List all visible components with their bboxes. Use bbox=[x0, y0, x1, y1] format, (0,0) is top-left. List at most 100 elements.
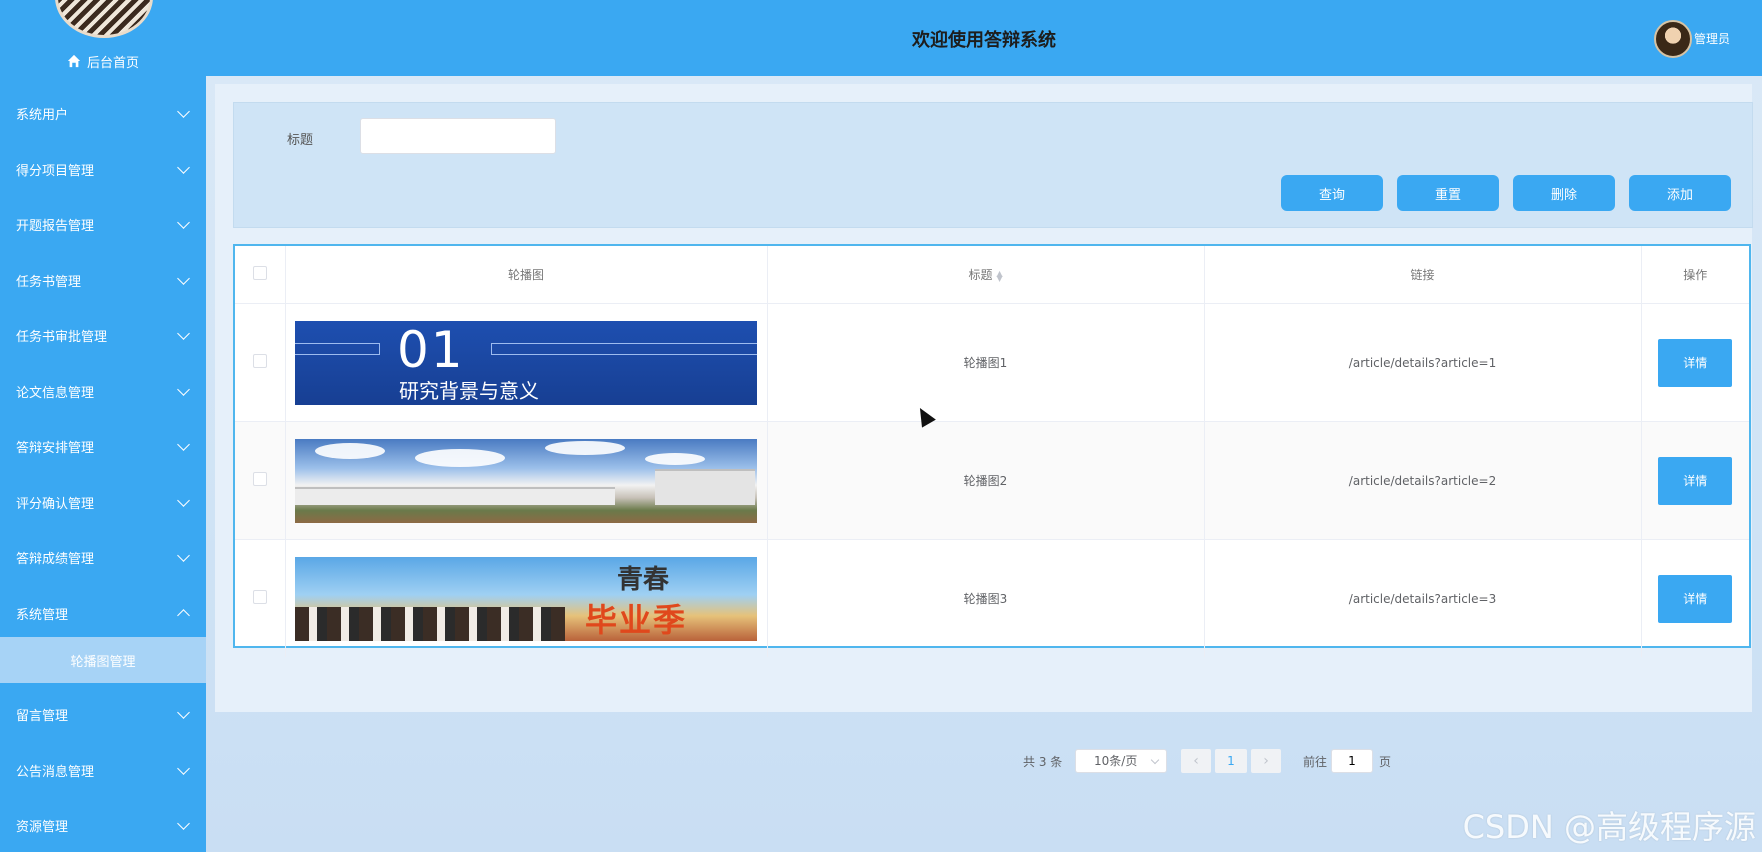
sidebar-item-label: 开题报告管理 bbox=[16, 219, 95, 235]
sort-icon[interactable]: ▲ ▼ bbox=[997, 269, 1003, 282]
watermark: CSDN @高级程序源 bbox=[1462, 808, 1756, 846]
chevron-down-icon bbox=[177, 817, 190, 831]
sidebar-item-score-items[interactable]: 得分项目管理 bbox=[0, 142, 206, 198]
sidebar-item-label: 答辩成绩管理 bbox=[16, 552, 95, 568]
reset-button[interactable]: 重置 bbox=[1397, 175, 1499, 211]
row-link: /article/details?article=3 bbox=[1204, 539, 1642, 657]
pagination: 共 3 条 10条/页 ‹ 1 › 前往 页 bbox=[215, 748, 1752, 774]
add-button[interactable]: 添加 bbox=[1629, 175, 1731, 211]
page-size-select[interactable]: 10条/页 bbox=[1075, 749, 1167, 773]
table-row: 01 研究背景与意义 轮播图1 /article/details?article… bbox=[235, 303, 1749, 422]
delete-button[interactable]: 删除 bbox=[1513, 175, 1615, 211]
row-title: 轮播图1 bbox=[767, 303, 1205, 422]
sidebar-item-task-book[interactable]: 任务书管理 bbox=[0, 253, 206, 309]
sidebar-item-notices[interactable]: 公告消息管理 bbox=[0, 743, 206, 799]
sidebar-item-defense-grades[interactable]: 答辩成绩管理 bbox=[0, 530, 206, 586]
chevron-down-icon bbox=[177, 438, 190, 452]
page-size-value: 10条/页 bbox=[1094, 754, 1138, 768]
row-checkbox[interactable] bbox=[252, 354, 267, 368]
banner-subtitle: 研究背景与意义 bbox=[399, 378, 539, 403]
column-header-title[interactable]: 标题 ▲ ▼ bbox=[767, 246, 1205, 304]
sidebar-item-proposal[interactable]: 开题报告管理 bbox=[0, 197, 206, 253]
column-header-image: 轮播图 bbox=[285, 246, 768, 304]
chevron-down-icon bbox=[177, 706, 190, 720]
row-title: 轮播图2 bbox=[767, 421, 1205, 540]
user-name[interactable]: 管理员 bbox=[1694, 30, 1730, 47]
chevron-down-icon bbox=[177, 382, 190, 396]
sidebar-item-label: 得分项目管理 bbox=[16, 163, 95, 179]
detail-button[interactable]: 详情 bbox=[1658, 338, 1733, 387]
table-header-row: 轮播图 标题 ▲ ▼ 链接 操作 bbox=[235, 246, 1749, 304]
chevron-up-icon bbox=[177, 608, 190, 622]
sidebar-avatar bbox=[55, 0, 153, 38]
prev-page-button[interactable]: ‹ bbox=[1181, 749, 1211, 773]
detail-button[interactable]: 详情 bbox=[1658, 456, 1733, 505]
row-title: 轮播图3 bbox=[767, 539, 1205, 657]
goto-page-input[interactable] bbox=[1331, 749, 1373, 773]
home-icon bbox=[67, 54, 81, 68]
column-header-action: 操作 bbox=[1641, 246, 1749, 304]
page-number-current[interactable]: 1 bbox=[1215, 749, 1247, 773]
sidebar-item-label: 系统管理 bbox=[16, 607, 69, 623]
sidebar-item-label: 公告消息管理 bbox=[16, 764, 95, 780]
sidebar-item-label: 系统用户 bbox=[16, 108, 69, 124]
banner-text-youth: 青春 bbox=[617, 564, 670, 595]
row-link: /article/details?article=2 bbox=[1204, 421, 1642, 540]
sidebar-item-system[interactable]: 系统管理 bbox=[0, 586, 206, 642]
app-title: 欢迎使用答辩系统 bbox=[912, 30, 1056, 51]
carousel-image: 青春 毕业季 bbox=[295, 556, 757, 641]
chevron-down-icon bbox=[177, 761, 190, 775]
sidebar-item-label: 论文信息管理 bbox=[16, 385, 95, 401]
banner-number: 01 bbox=[397, 320, 465, 379]
chevron-down-icon bbox=[177, 549, 190, 563]
sidebar-item-messages[interactable]: 留言管理 bbox=[0, 687, 206, 743]
sidebar-item-label: 资源管理 bbox=[16, 820, 69, 836]
table-row: 青春 毕业季 轮播图3 /article/details?article=3 详… bbox=[235, 539, 1749, 657]
pagination-total: 共 3 条 bbox=[1023, 755, 1063, 769]
banner-text-graduation: 毕业季 bbox=[585, 600, 688, 639]
sidebar: 后台首页 系统用户 得分项目管理 开题报告管理 任务书管理 任务书审批管理 论文… bbox=[0, 0, 206, 852]
detail-button[interactable]: 详情 bbox=[1658, 574, 1733, 623]
sidebar-subitem-carousel[interactable]: 轮播图管理 bbox=[0, 637, 206, 683]
top-header: 欢迎使用答辩系统 管理员 bbox=[206, 0, 1762, 76]
user-avatar[interactable] bbox=[1654, 20, 1692, 58]
row-checkbox[interactable] bbox=[252, 472, 267, 486]
next-page-button[interactable]: › bbox=[1251, 749, 1281, 773]
home-link[interactable]: 后台首页 bbox=[0, 50, 206, 72]
sidebar-item-resources[interactable]: 资源管理 bbox=[0, 798, 206, 852]
select-all-checkbox[interactable] bbox=[252, 266, 267, 280]
search-panel: 标题 查询 重置 删除 添加 bbox=[233, 102, 1753, 228]
goto-label: 前往 bbox=[1303, 755, 1328, 769]
row-link: /article/details?article=1 bbox=[1204, 303, 1642, 422]
column-header-link: 链接 bbox=[1204, 246, 1642, 304]
chevron-down-icon bbox=[177, 105, 190, 119]
chevron-down-icon bbox=[1150, 755, 1160, 765]
select-all-cell bbox=[235, 246, 286, 304]
sidebar-item-label: 任务书审批管理 bbox=[16, 330, 108, 346]
query-button[interactable]: 查询 bbox=[1281, 175, 1383, 211]
sidebar-item-label: 评分确认管理 bbox=[16, 496, 95, 512]
sidebar-item-label: 留言管理 bbox=[16, 709, 69, 725]
chevron-down-icon bbox=[177, 216, 190, 230]
home-label: 后台首页 bbox=[86, 55, 139, 71]
sidebar-item-defense-schedule[interactable]: 答辩安排管理 bbox=[0, 419, 206, 475]
sidebar-item-task-approval[interactable]: 任务书审批管理 bbox=[0, 308, 206, 364]
goto-suffix: 页 bbox=[1379, 755, 1392, 769]
title-search-label: 标题 bbox=[287, 133, 314, 148]
chevron-down-icon bbox=[177, 327, 190, 341]
chevron-down-icon bbox=[177, 493, 190, 507]
sidebar-item-thesis[interactable]: 论文信息管理 bbox=[0, 364, 206, 420]
title-search-input[interactable] bbox=[360, 118, 556, 154]
chevron-down-icon bbox=[177, 160, 190, 174]
chevron-down-icon bbox=[177, 271, 190, 285]
sidebar-item-label: 答辩安排管理 bbox=[16, 441, 95, 457]
sidebar-item-score-confirm[interactable]: 评分确认管理 bbox=[0, 475, 206, 531]
sidebar-item-label: 任务书管理 bbox=[16, 274, 82, 290]
sidebar-item-users[interactable]: 系统用户 bbox=[0, 86, 206, 142]
carousel-image bbox=[295, 438, 757, 523]
row-checkbox[interactable] bbox=[252, 590, 267, 604]
sidebar-menu: 系统用户 得分项目管理 开题报告管理 任务书管理 任务书审批管理 论文信息管理 … bbox=[0, 86, 206, 852]
carousel-table: 轮播图 标题 ▲ ▼ 链接 操作 01 研究背景与意义 轮播图1 /article/… bbox=[233, 244, 1751, 657]
table-row: 轮播图2 /article/details?article=2 详情 bbox=[235, 421, 1749, 540]
column-header-title-label: 标题 bbox=[968, 268, 993, 282]
